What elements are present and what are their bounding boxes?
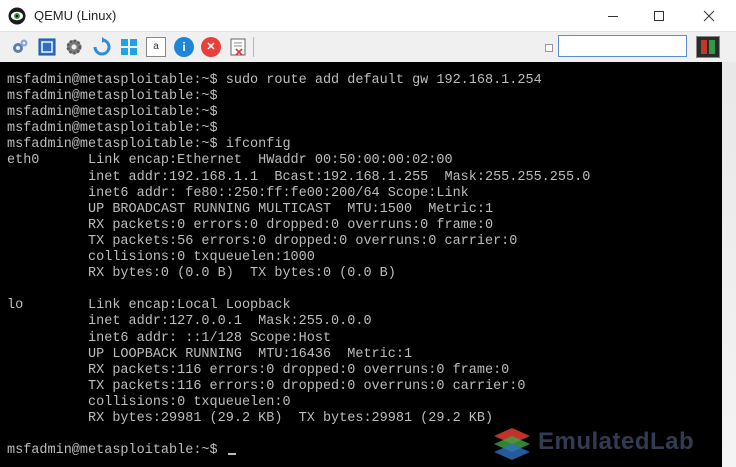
terminal-line: RX bytes:0 (0.0 B) TX bytes:0 (0.0 B) [7, 266, 396, 282]
windows-logo-icon[interactable] [119, 37, 139, 57]
terminal-line: inet6 addr: ::1/128 Scope:Host [7, 330, 332, 346]
terminal-cursor [227, 453, 236, 456]
maximize-icon [654, 10, 664, 21]
terminal-line: msfadmin@metasploitable:~$ sudo route ad… [7, 73, 542, 88]
search-input[interactable] [558, 35, 687, 57]
terminal-line: inet addr:192.168.1.1 Bcast:192.168.1.25… [7, 169, 591, 185]
terminal-line: msfadmin@metasploitable:~$ [7, 89, 218, 105]
terminal-line: collisions:0 txqueuelen:0 [7, 394, 291, 410]
keyboard-layout-icon[interactable] [696, 36, 720, 58]
terminal-line: TX packets:56 errors:0 dropped:0 overrun… [7, 233, 518, 249]
terminal-line: msfadmin@metasploitable:~$ [7, 105, 218, 121]
window-title: QEMU (Linux) [34, 8, 117, 23]
info-icon[interactable]: i [174, 37, 194, 57]
terminal-line: msfadmin@metasploitable:~$ ifconfig [7, 137, 291, 153]
fullscreen-icon[interactable] [37, 37, 57, 57]
close-button[interactable] [686, 0, 732, 31]
terminal-line: inet addr:127.0.0.1 Mask:255.0.0.0 [7, 314, 372, 330]
stop-icon[interactable]: ✕ [201, 37, 221, 57]
terminal-line: eth0 Link encap:Ethernet HWaddr 00:50:00… [7, 153, 453, 169]
terminal-line: UP BROADCAST RUNNING MULTICAST MTU:1500 … [7, 201, 494, 217]
watermark-text: EmulatedLab [538, 428, 695, 455]
terminal-output: msfadmin@metasploitable:~$ sudo route ad… [7, 73, 590, 459]
toolbar-toggle[interactable] [545, 44, 553, 52]
desktop-edge [722, 62, 736, 467]
terminal-screen[interactable]: msfadmin@metasploitable:~$ sudo route ad… [0, 62, 736, 467]
terminal-line: collisions:0 txqueuelen:1000 [7, 250, 315, 266]
terminal-prompt: msfadmin@metasploitable:~$ [7, 443, 226, 459]
capture-icon[interactable] [228, 37, 248, 57]
refresh-icon[interactable] [92, 37, 112, 57]
maximize-button[interactable] [636, 0, 682, 31]
text-document-icon[interactable]: a [146, 37, 166, 57]
qemu-app-icon [8, 7, 26, 25]
toolbar: a i ✕ [0, 31, 736, 63]
terminal-line: inet6 addr: fe80::250:ff:fe00:200/64 Sco… [7, 185, 469, 201]
title-bar[interactable]: QEMU (Linux) [0, 0, 736, 31]
close-icon [703, 10, 715, 21]
terminal-line: lo Link encap:Local Loopback [7, 298, 291, 314]
terminal-line: RX packets:0 errors:0 dropped:0 overruns… [7, 217, 494, 233]
network-gear-icon[interactable] [10, 37, 30, 57]
settings-gear-icon[interactable] [64, 37, 84, 57]
stacked-layers-logo-icon [494, 428, 530, 460]
minimize-button[interactable] [590, 0, 636, 31]
toolbar-divider [253, 37, 254, 57]
minimize-icon [608, 15, 618, 17]
terminal-line: msfadmin@metasploitable:~$ [7, 121, 218, 137]
terminal-line: UP LOOPBACK RUNNING MTU:16436 Metric:1 [7, 346, 413, 362]
terminal-line: TX packets:116 errors:0 dropped:0 overru… [7, 378, 526, 394]
watermark: EmulatedLab [488, 424, 736, 464]
terminal-line: RX packets:116 errors:0 dropped:0 overru… [7, 362, 510, 378]
